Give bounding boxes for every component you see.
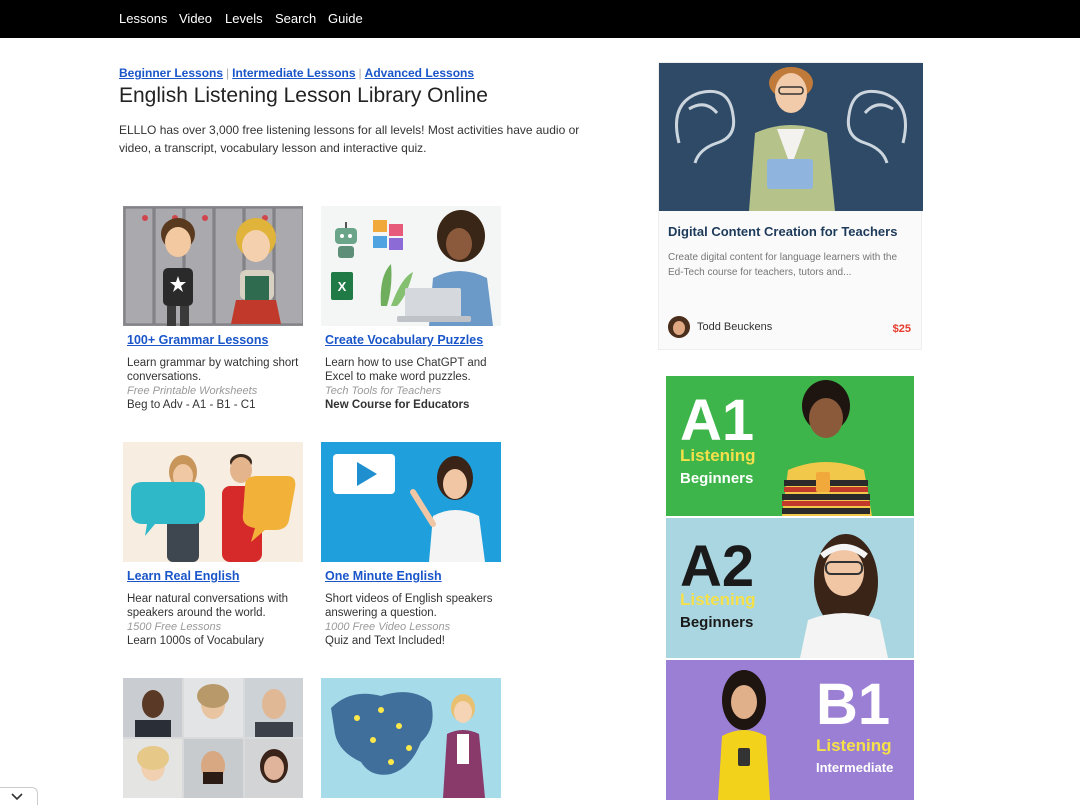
course-ad-card[interactable]: Digital Content Creation for Teachers Cr… — [658, 62, 923, 350]
banner-line2: Intermediate — [816, 760, 894, 775]
card-title-link[interactable]: One Minute English — [325, 569, 507, 583]
card-title-link[interactable]: Create Vocabulary Puzzles — [325, 333, 507, 347]
card-title-link[interactable]: 100+ Grammar Lessons — [127, 333, 309, 347]
nav-search[interactable]: Search — [275, 11, 316, 26]
svg-text:X: X — [338, 279, 347, 294]
ad-title[interactable]: Digital Content Creation for Teachers — [668, 224, 897, 239]
banner-a2[interactable]: A2 Listening Beginners — [666, 518, 914, 658]
course-ad-image — [659, 63, 923, 211]
card-description: Learn how to use ChatGPT and Excel to ma… — [325, 357, 487, 383]
one-minute-english-thumbnail[interactable] — [321, 442, 501, 562]
intro-text: ELLLO has over 3,000 free listening less… — [119, 123, 580, 155]
card-learn-real-english: Learn Real English Hear natural conversa… — [119, 442, 309, 648]
banner-line2: Beginners — [680, 470, 754, 487]
advanced-lessons-link[interactable]: Advanced Lessons — [365, 66, 474, 80]
card-subtitle: Free Printable Worksheets — [127, 385, 258, 397]
card-faces — [119, 678, 309, 798]
card-extra: New Course for Educators — [325, 399, 470, 411]
banner-line1: Listening — [680, 590, 756, 609]
page-title: English Listening Lesson Library Online — [119, 84, 488, 107]
separator: | — [226, 66, 230, 80]
banner-b1[interactable]: B1 Listening Intermediate — [666, 660, 914, 800]
avatar — [668, 316, 690, 338]
nav-guide[interactable]: Guide — [328, 11, 363, 26]
banner-a1[interactable]: A1 Listening Beginners — [666, 376, 914, 516]
card-description: Learn grammar by watching short conversa… — [127, 357, 299, 383]
ad-description: Create digital content for language lear… — [668, 252, 898, 278]
banner-level: B1 — [816, 672, 891, 737]
vocabulary-puzzles-thumbnail[interactable]: X — [321, 206, 501, 326]
nav-video[interactable]: Video — [179, 11, 212, 26]
card-grammar: 100+ Grammar Lessons Learn grammar by wa… — [119, 206, 309, 412]
intermediate-lessons-link[interactable]: Intermediate Lessons — [232, 66, 355, 80]
card-vocabulary-puzzles: X Create Vocabulary Puzzles Learn how to… — [317, 206, 507, 412]
card-extra: Beg to Adv - A1 - B1 - C1 — [127, 399, 256, 411]
card-title-link[interactable]: Learn Real English — [127, 569, 309, 583]
faces-thumbnail[interactable] — [123, 678, 303, 798]
top-nav: Lessons Video Levels Search Guide — [0, 0, 1080, 38]
ad-price: $25 — [892, 323, 911, 335]
chevron-down-icon — [11, 793, 23, 801]
beginner-lessons-link[interactable]: Beginner Lessons — [119, 66, 223, 80]
separator: | — [358, 66, 362, 80]
card-description: Hear natural conversations with speakers… — [127, 593, 289, 619]
banner-level: A1 — [680, 388, 755, 453]
card-subtitle: 1500 Free Lessons — [127, 621, 222, 633]
banner-level: A2 — [680, 534, 755, 599]
grammar-thumbnail[interactable] — [123, 206, 303, 326]
card-description: Short videos of English speakers answeri… — [325, 593, 493, 619]
card-subtitle: 1000 Free Video Lessons — [325, 621, 451, 633]
card-subtitle: Tech Tools for Teachers — [325, 385, 442, 397]
nav-lessons[interactable]: Lessons — [119, 11, 167, 26]
level-links: Beginner Lessons | Intermediate Lessons | Ad… — [119, 66, 474, 80]
expand-toggle[interactable] — [0, 787, 38, 805]
ad-author: Todd Beuckens — [697, 321, 773, 333]
card-map — [317, 678, 507, 798]
learn-real-english-thumbnail[interactable] — [123, 442, 303, 562]
map-thumbnail[interactable] — [321, 678, 501, 798]
banner-line1: Listening — [680, 446, 756, 465]
nav-levels[interactable]: Levels — [225, 11, 263, 26]
card-extra: Quiz and Text Included! — [325, 635, 445, 647]
card-one-minute-english: One Minute English Short videos of Engli… — [317, 442, 507, 648]
card-extra: Learn 1000s of Vocabulary — [127, 635, 264, 647]
banner-line1: Listening — [816, 736, 892, 755]
banner-line2: Beginners — [680, 614, 754, 631]
